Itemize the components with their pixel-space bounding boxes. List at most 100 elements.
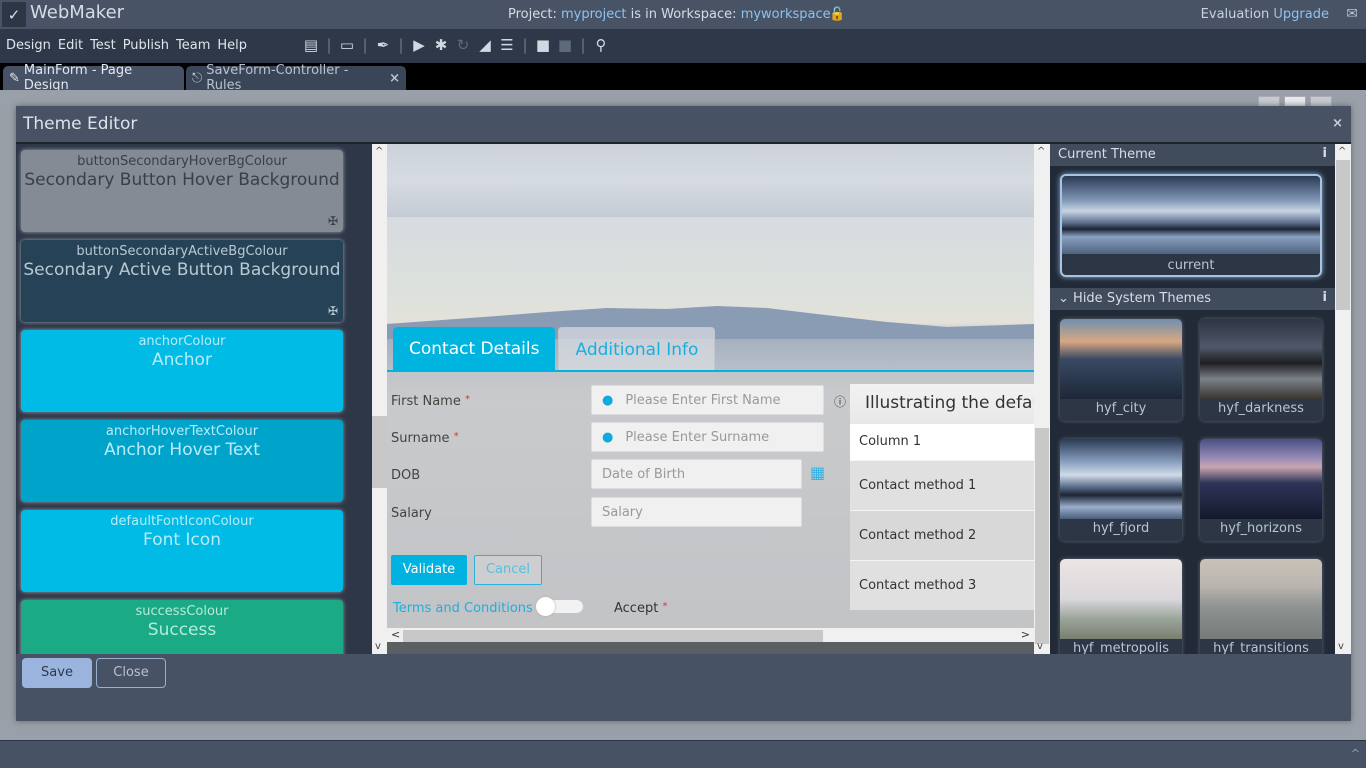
unlink-icon[interactable]: ✠: [328, 304, 338, 318]
scroll-up-icon[interactable]: ^: [375, 146, 383, 157]
theme-thumbnail: [1200, 319, 1322, 399]
upgrade-link[interactable]: Upgrade: [1273, 7, 1329, 22]
dob-input[interactable]: Date of Birth: [591, 459, 802, 489]
grid-row[interactable]: Contact method 3: [850, 560, 1034, 610]
bug-icon[interactable]: ✱: [430, 36, 452, 54]
menu-design[interactable]: Design: [6, 38, 51, 53]
current-theme-card[interactable]: current: [1060, 174, 1322, 277]
toolbar-separator: |: [326, 36, 332, 54]
accept-label: Accept *: [614, 601, 668, 616]
info-icon[interactable]: i: [1323, 290, 1327, 305]
scroll-down-icon[interactable]: v: [375, 641, 381, 652]
colour-key: anchorHoverTextColour: [105, 424, 259, 439]
unlock-icon[interactable]: 🔓: [829, 7, 845, 22]
menu-help[interactable]: Help: [217, 38, 247, 53]
grid-row[interactable]: Contact method 1: [850, 460, 1034, 510]
colour-label: Anchor: [152, 350, 212, 370]
colour-label: Font Icon: [143, 530, 221, 550]
theme-card[interactable]: hyf_city: [1060, 319, 1182, 421]
colour-card[interactable]: anchorColour Anchor: [21, 330, 343, 412]
theme-card[interactable]: hyf_metropolis: [1060, 559, 1182, 654]
first-name-label: First Name *: [391, 394, 470, 409]
colour-card[interactable]: successColour Success: [21, 600, 343, 654]
first-name-input[interactable]: ● Please Enter First Name: [591, 385, 824, 415]
grid-column-header[interactable]: Column 1: [850, 424, 1034, 460]
theme-thumbnail: [1062, 176, 1320, 254]
menu-test[interactable]: Test: [90, 38, 116, 53]
colour-card[interactable]: buttonSecondaryActiveBgColour Secondary …: [21, 240, 343, 322]
monitor-icon[interactable]: ▭: [336, 36, 358, 54]
colour-card[interactable]: defaultFontIconColour Font Icon: [21, 510, 343, 592]
evaluation-status: Evaluation Upgrade: [1201, 7, 1329, 22]
scroll-right-icon[interactable]: >: [1021, 628, 1030, 641]
info-icon[interactable]: i: [1323, 146, 1327, 161]
preview-tabs: Contact Details Additional Info: [393, 327, 716, 371]
workspace-link[interactable]: myworkspace: [741, 7, 831, 22]
theme-name: current: [1167, 258, 1215, 273]
save-icon[interactable]: ▤: [300, 36, 322, 54]
lock-icon[interactable]: ■: [532, 36, 554, 54]
brush-icon[interactable]: ✒: [372, 36, 394, 54]
grid-title: Illustrating the defau: [850, 384, 1034, 424]
theme-name: hyf_metropolis: [1073, 641, 1169, 654]
server-icon[interactable]: ☰: [496, 36, 518, 54]
edit-icon: ✎: [9, 70, 20, 86]
scrollbar-thumb[interactable]: [1035, 428, 1049, 644]
surname-label: Surname *: [391, 431, 459, 446]
scroll-down-icon[interactable]: v: [1037, 641, 1043, 652]
salary-input[interactable]: Salary: [591, 497, 802, 527]
chevron-up-icon[interactable]: ^: [1351, 747, 1360, 760]
scroll-up-icon[interactable]: ^: [1338, 146, 1346, 157]
toolbar-separator: |: [522, 36, 528, 54]
colour-list-scrollbar[interactable]: ^ v: [372, 144, 387, 654]
tab-additional-info[interactable]: Additional Info: [558, 327, 716, 371]
theme-preview: Contact Details Additional Info First Na…: [387, 144, 1034, 654]
theme-card[interactable]: hyf_horizons: [1200, 439, 1322, 541]
eraser-icon[interactable]: ◢: [474, 36, 496, 54]
scrollbar-thumb[interactable]: [1336, 160, 1350, 310]
scroll-down-icon[interactable]: v: [1338, 641, 1344, 652]
workspace-prefix: is in Workspace:: [626, 7, 741, 22]
app-name: WebMaker: [30, 2, 125, 23]
unlink-icon[interactable]: ✠: [328, 214, 338, 228]
info-icon[interactable]: ⓘ: [834, 393, 846, 410]
theme-card[interactable]: hyf_transitions: [1200, 559, 1322, 654]
surname-input[interactable]: ● Please Enter Surname: [591, 422, 824, 452]
colour-card[interactable]: anchorHoverTextColour Anchor Hover Text: [21, 420, 343, 502]
calendar-icon[interactable]: ▦: [810, 463, 825, 482]
theme-card[interactable]: hyf_fjord: [1060, 439, 1182, 541]
unlock-icon[interactable]: ■: [554, 36, 576, 54]
grid-row[interactable]: Contact method 2: [850, 510, 1034, 560]
scroll-left-icon[interactable]: <: [391, 628, 400, 641]
tab-contact-details[interactable]: Contact Details: [393, 327, 556, 371]
theme-card[interactable]: hyf_darkness: [1200, 319, 1322, 421]
preview-vertical-scrollbar[interactable]: ^ v: [1034, 144, 1050, 654]
scroll-up-icon[interactable]: ^: [1037, 146, 1045, 157]
colour-key: buttonSecondaryHoverBgColour: [77, 154, 287, 169]
menu-publish[interactable]: Publish: [123, 38, 169, 53]
tab-mainform-page-design[interactable]: ✎ MainForm - Page Design: [3, 63, 184, 93]
mail-icon[interactable]: ✉: [1346, 6, 1358, 22]
menu-team[interactable]: Team: [176, 38, 210, 53]
scrollbar-thumb[interactable]: [372, 416, 387, 488]
close-icon[interactable]: ×: [1332, 116, 1343, 131]
colour-card[interactable]: buttonSecondaryHoverBgColour Secondary B…: [21, 150, 343, 232]
menu-edit[interactable]: Edit: [58, 38, 83, 53]
validate-button[interactable]: Validate: [391, 555, 467, 585]
cancel-button[interactable]: Cancel: [474, 555, 542, 585]
tab-close-icon[interactable]: ×: [389, 71, 400, 86]
close-button[interactable]: Close: [96, 658, 166, 688]
dob-label: DOB: [391, 468, 421, 483]
lightbulb-icon[interactable]: ⚲: [590, 36, 612, 54]
accept-toggle[interactable]: [536, 597, 583, 616]
tab-saveform-controller-rules[interactable]: ⎋ SaveForm-Controller - Rules ×: [186, 63, 406, 93]
project-link[interactable]: myproject: [561, 7, 626, 22]
refresh-icon[interactable]: ↻: [452, 36, 474, 54]
theme-gallery-scrollbar[interactable]: ^ v: [1335, 144, 1351, 654]
toolbar-separator: |: [398, 36, 404, 54]
save-button[interactable]: Save: [22, 658, 92, 688]
system-themes-header[interactable]: ⌄ Hide System Themes i: [1050, 288, 1335, 310]
play-icon[interactable]: ▶: [408, 36, 430, 54]
toolbar: ▤ | ▭ | ✒ | ▶ ✱ ↻ ◢ ☰ | ■ ■ | ⚲: [300, 36, 612, 54]
terms-link[interactable]: Terms and Conditions: [393, 601, 533, 616]
